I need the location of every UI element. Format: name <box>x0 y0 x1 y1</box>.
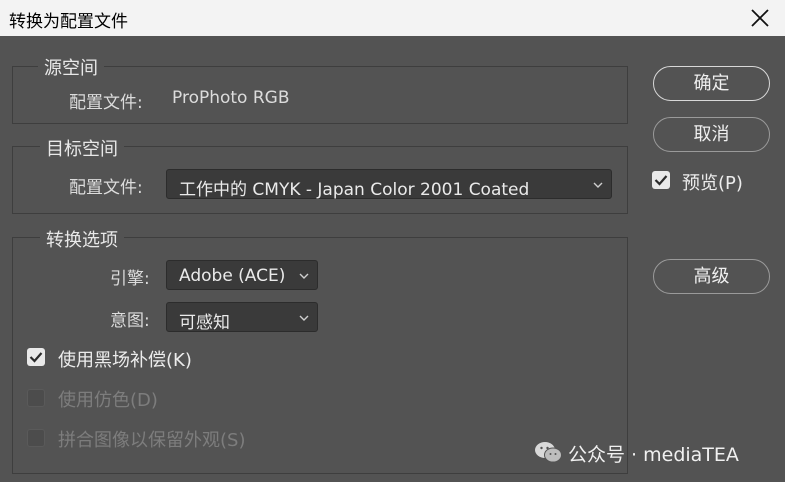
black-point-checkbox[interactable] <box>27 348 45 366</box>
destination-profile-value: 工作中的 CMYK - Japan Color 2001 Coated <box>179 180 530 200</box>
source-space-legend: 源空间 <box>38 54 104 80</box>
conversion-options-legend: 转换选项 <box>40 226 124 252</box>
dither-checkbox[interactable] <box>27 389 45 407</box>
cancel-button[interactable]: 取消 <box>653 117 770 152</box>
destination-profile-label: 配置文件: <box>69 178 143 198</box>
title-bar: 转换为配置文件 <box>0 0 785 36</box>
wechat-icon <box>535 442 562 463</box>
checkmark-icon <box>29 352 43 363</box>
engine-value: Adobe (ACE) <box>179 266 286 286</box>
intent-value: 可感知 <box>179 313 230 333</box>
preview-checkbox[interactable] <box>652 171 670 189</box>
watermark-text: 公众号 · mediaTEA <box>568 444 739 466</box>
intent-label: 意图: <box>110 311 150 331</box>
destination-profile-select[interactable]: 工作中的 CMYK - Japan Color 2001 Coated <box>166 169 612 200</box>
black-point-label: 使用黑场补偿(K) <box>58 350 192 371</box>
engine-label: 引擎: <box>110 269 150 289</box>
checkmark-icon <box>654 175 668 186</box>
engine-select[interactable]: Adobe (ACE) <box>166 260 318 290</box>
chevron-down-icon <box>299 273 309 279</box>
flatten-label: 拼合图像以保留外观(S) <box>58 430 246 451</box>
source-profile-value: ProPhoto RGB <box>172 88 290 108</box>
window-title: 转换为配置文件 <box>9 12 128 32</box>
preview-label: 预览(P) <box>682 173 743 194</box>
intent-select[interactable]: 可感知 <box>166 302 318 333</box>
close-icon[interactable] <box>745 3 775 33</box>
chevron-down-icon <box>593 182 603 188</box>
dither-label: 使用仿色(D) <box>58 390 158 411</box>
source-profile-label: 配置文件: <box>69 93 143 113</box>
chevron-down-icon <box>299 315 309 321</box>
destination-space-legend: 目标空间 <box>40 135 124 161</box>
flatten-checkbox[interactable] <box>27 429 45 447</box>
advanced-button[interactable]: 高级 <box>653 259 770 294</box>
ok-button[interactable]: 确定 <box>653 66 770 101</box>
